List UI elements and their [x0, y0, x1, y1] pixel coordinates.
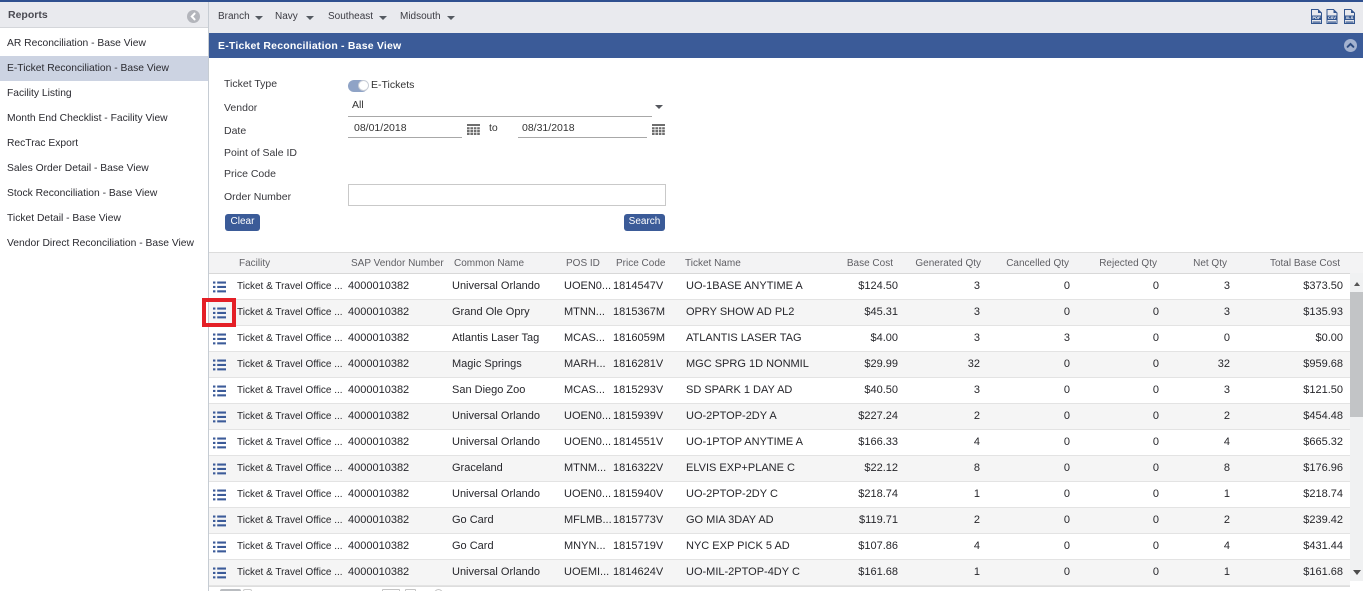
svg-text:XLS: XLS: [1346, 15, 1354, 20]
svg-text:CSV: CSV: [1328, 15, 1337, 20]
svg-text:PDF: PDF: [1313, 15, 1322, 20]
